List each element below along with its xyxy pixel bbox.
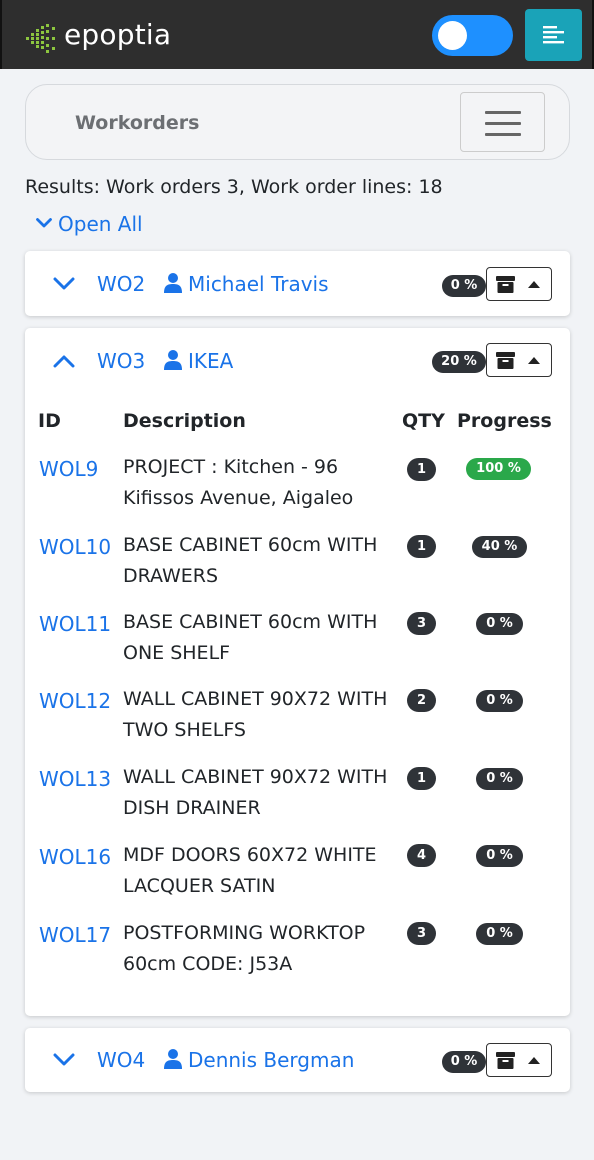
line-link[interactable]: WOL10 bbox=[39, 535, 111, 559]
workorder-progress-badge: 0 % bbox=[442, 275, 486, 297]
hamburger-bar bbox=[485, 122, 521, 125]
line-progress-badge: 0 % bbox=[476, 613, 523, 635]
line-qty-badge: 3 bbox=[407, 922, 436, 945]
line-description: PROJECT : Kitchen - 96 Kifissos Avenue, … bbox=[123, 456, 354, 509]
line-progress-badge: 100 % bbox=[466, 458, 531, 480]
subnav-toggle-button[interactable] bbox=[460, 92, 545, 152]
menu-icon bbox=[543, 26, 564, 44]
workorders-subnav: Workorders bbox=[25, 84, 570, 160]
workorder-card: WO3 IKEA 20 % ID Description QTY Progres… bbox=[25, 328, 570, 1016]
line-link[interactable]: WOL11 bbox=[39, 612, 111, 636]
customer-name[interactable]: IKEA bbox=[188, 349, 233, 373]
workorder-link[interactable]: WO4 bbox=[97, 1048, 145, 1072]
workorder-actions[interactable] bbox=[486, 343, 552, 377]
customer-name[interactable]: Dennis Bergman bbox=[188, 1048, 354, 1072]
side-menu-button[interactable] bbox=[525, 9, 582, 61]
subnav-title[interactable]: Workorders bbox=[75, 112, 199, 134]
customer-name[interactable]: Michael Travis bbox=[188, 272, 329, 296]
line-progress-badge: 0 % bbox=[476, 845, 523, 867]
line-link[interactable]: WOL17 bbox=[39, 923, 111, 947]
hamburger-bar bbox=[485, 133, 521, 136]
column-header-qty: QTY bbox=[402, 410, 445, 432]
column-header-progress: Progress bbox=[457, 410, 552, 432]
line-description: MDF DOORS 60X72 WHITE LACQUER SATIN bbox=[123, 844, 377, 897]
caret-up-icon[interactable] bbox=[528, 357, 540, 364]
hamburger-bar bbox=[485, 111, 521, 114]
chevron-down-icon[interactable] bbox=[53, 277, 75, 291]
workorder-actions[interactable] bbox=[486, 267, 552, 301]
brand-name: epoptia bbox=[64, 18, 172, 51]
user-icon bbox=[164, 350, 182, 370]
archive-icon[interactable] bbox=[496, 276, 515, 293]
workorder-actions[interactable] bbox=[486, 1043, 552, 1077]
caret-up-icon[interactable] bbox=[528, 1057, 540, 1064]
line-qty-badge: 1 bbox=[407, 535, 436, 558]
line-progress-badge: 0 % bbox=[476, 923, 523, 945]
line-qty-badge: 3 bbox=[407, 612, 436, 635]
workorder-link[interactable]: WO2 bbox=[97, 272, 145, 296]
line-link[interactable]: WOL13 bbox=[39, 767, 111, 791]
line-description: BASE CABINET 60cm WITH ONE SHELF bbox=[123, 611, 378, 664]
workorder-link[interactable]: WO3 bbox=[97, 349, 145, 373]
user-icon bbox=[164, 1049, 182, 1069]
chevron-down-icon bbox=[36, 218, 52, 228]
line-link[interactable]: WOL9 bbox=[39, 457, 98, 481]
line-description: BASE CABINET 60cm WITH DRAWERS bbox=[123, 534, 378, 587]
column-header-description: Description bbox=[123, 410, 246, 432]
line-description: WALL CABINET 90X72 WITH TWO SHELFS bbox=[123, 688, 388, 741]
top-navbar: epoptia bbox=[0, 0, 594, 69]
line-qty-badge: 1 bbox=[407, 458, 436, 481]
workorder-card: WO2 Michael Travis 0 % bbox=[25, 251, 570, 316]
chevron-down-icon[interactable] bbox=[53, 1053, 75, 1067]
line-link[interactable]: WOL16 bbox=[39, 845, 111, 869]
caret-up-icon[interactable] bbox=[528, 281, 540, 288]
line-description: WALL CABINET 90X72 WITH DISH DRAINER bbox=[123, 766, 388, 819]
open-all-label: Open All bbox=[58, 212, 143, 236]
column-header-id: ID bbox=[38, 410, 61, 432]
line-progress-badge: 0 % bbox=[476, 768, 523, 790]
workorder-progress-badge: 0 % bbox=[442, 1051, 486, 1073]
line-qty-badge: 4 bbox=[407, 844, 436, 867]
line-qty-badge: 2 bbox=[407, 689, 436, 712]
workorder-progress-badge: 20 % bbox=[432, 351, 486, 373]
toggle-knob bbox=[438, 21, 467, 50]
user-icon bbox=[164, 273, 182, 293]
results-summary: Results: Work orders 3, Work order lines… bbox=[25, 176, 443, 198]
line-progress-badge: 40 % bbox=[472, 536, 527, 558]
archive-icon[interactable] bbox=[496, 352, 515, 369]
open-all-link[interactable]: Open All bbox=[36, 212, 143, 236]
workorder-card: WO4 Dennis Bergman 0 % bbox=[25, 1028, 570, 1092]
archive-icon[interactable] bbox=[496, 1052, 515, 1069]
chevron-up-icon[interactable] bbox=[53, 354, 75, 368]
line-description: POSTFORMING WORKTOP 60cm CODE: J53A bbox=[123, 922, 366, 975]
line-progress-badge: 0 % bbox=[476, 690, 523, 712]
epoptia-logo-icon bbox=[26, 24, 55, 53]
line-link[interactable]: WOL12 bbox=[39, 689, 111, 713]
theme-toggle[interactable] bbox=[432, 15, 513, 56]
line-qty-badge: 1 bbox=[407, 767, 436, 790]
